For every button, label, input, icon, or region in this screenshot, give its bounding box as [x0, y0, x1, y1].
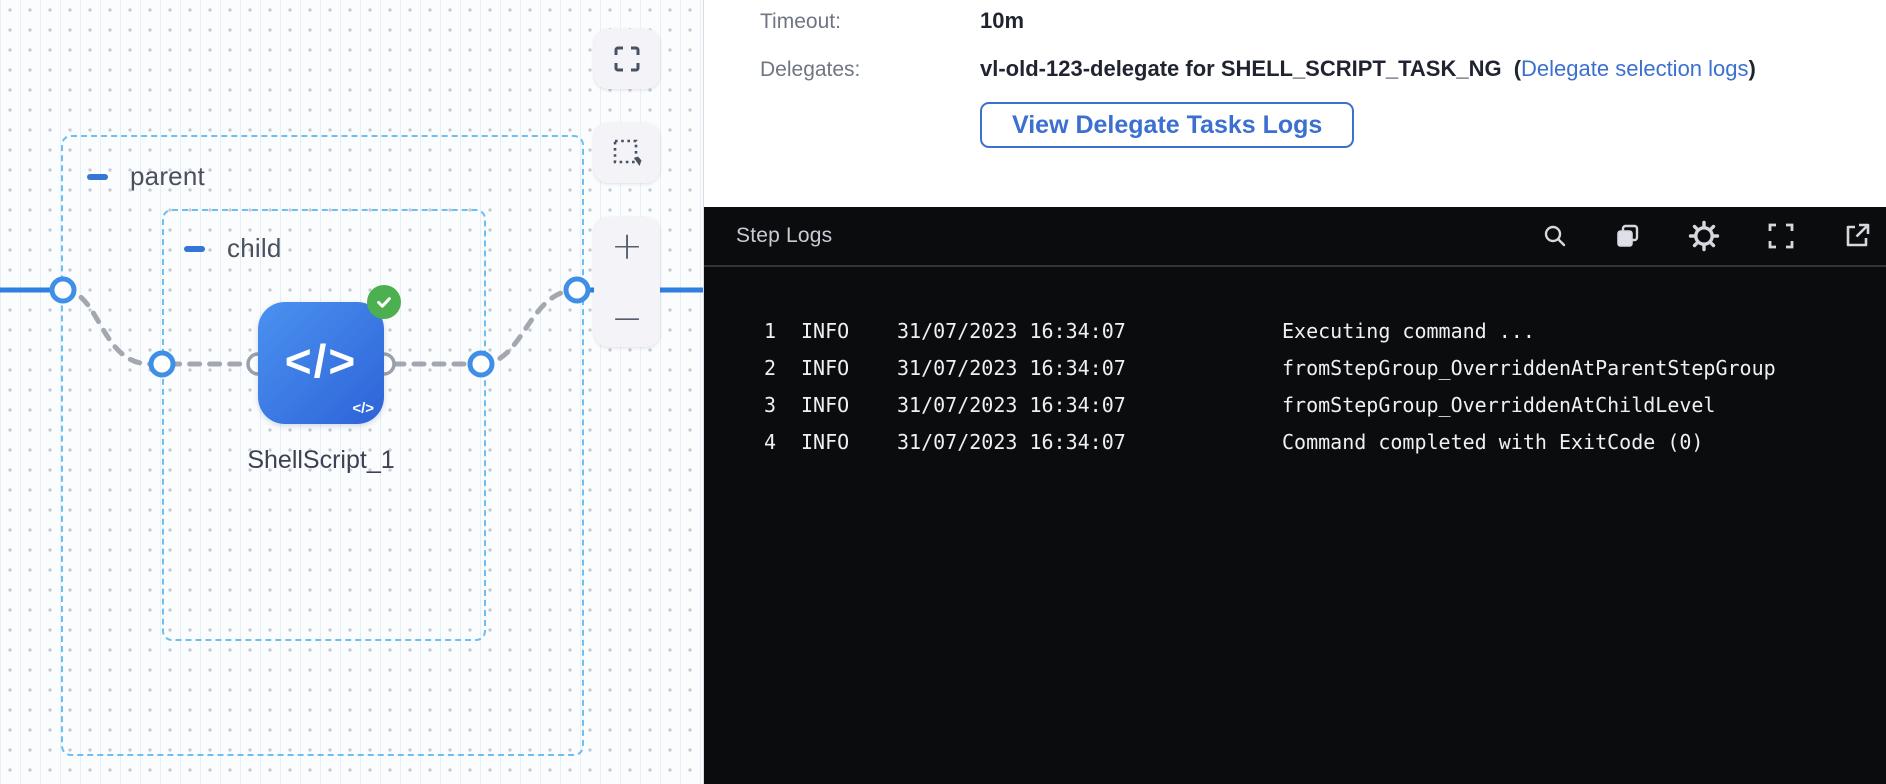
child-group-header: child [184, 233, 281, 264]
log-timestamp: 31/07/2023 16:34:07 [897, 424, 1282, 461]
step-logs-header: Step Logs [704, 207, 1886, 267]
child-group-label: child [227, 233, 281, 264]
log-line-number: 2 [704, 350, 776, 387]
log-timestamp: 31/07/2023 16:34:07 [897, 313, 1282, 350]
settings-icon[interactable] [1688, 220, 1720, 252]
open-in-new-icon[interactable] [1842, 221, 1872, 251]
shell-script-step-node[interactable]: </> </> [258, 302, 384, 424]
log-line: 2 INFO 31/07/2023 16:34:07 fromStepGroup… [704, 350, 1886, 387]
log-timestamp: 31/07/2023 16:34:07 [897, 387, 1282, 424]
log-message: Executing command ... [1282, 313, 1886, 350]
success-check-icon [367, 285, 401, 319]
log-level: INFO [776, 424, 897, 461]
step-logs-console: Step Logs [704, 207, 1886, 784]
delegates-value: vl-old-123-delegate for SHELL_SCRIPT_TAS… [980, 56, 1502, 81]
log-line: 1 INFO 31/07/2023 16:34:07 Executing com… [704, 313, 1886, 350]
step-logs-title: Step Logs [736, 224, 832, 248]
canvas-zoom-panel: + − [594, 217, 660, 347]
delegate-selection-logs-link[interactable]: Delegate selection logs [1521, 56, 1748, 81]
code-icon: </> [285, 334, 358, 388]
step-details-panel: Timeout: 10m Delegates: vl-old-123-deleg… [704, 0, 1886, 207]
copy-icon[interactable] [1614, 222, 1642, 250]
log-level: INFO [776, 387, 897, 424]
shell-script-type-icon: </> [352, 400, 374, 417]
timeout-label: Timeout: [760, 10, 841, 34]
zoom-in-button[interactable]: + [611, 227, 643, 265]
step-group-child[interactable]: child [162, 209, 486, 641]
collapse-icon[interactable] [184, 246, 205, 252]
log-level: INFO [776, 313, 897, 350]
log-message: Command completed with ExitCode (0) [1282, 424, 1886, 461]
search-icon[interactable] [1542, 223, 1568, 249]
delegates-label: Delegates: [760, 58, 860, 82]
log-lines: 1 INFO 31/07/2023 16:34:07 Executing com… [704, 267, 1886, 461]
fullscreen-icon[interactable] [1766, 221, 1796, 251]
step-logs-toolbar [1542, 220, 1876, 252]
log-message: fromStepGroup_OverriddenAtParentStepGrou… [1282, 350, 1886, 387]
marquee-select-icon [611, 137, 643, 169]
canvas-fullscreen-button[interactable] [594, 29, 660, 89]
step-name-label: ShellScript_1 [211, 446, 431, 475]
zoom-out-button[interactable]: − [611, 299, 643, 337]
log-line-number: 1 [704, 313, 776, 350]
paren-close: ) [1749, 56, 1756, 81]
parent-group-label: parent [130, 161, 205, 192]
log-line-number: 4 [704, 424, 776, 461]
pipeline-canvas[interactable]: parent child </> </> [0, 0, 704, 784]
log-line: 3 INFO 31/07/2023 16:34:07 fromStepGroup… [704, 387, 1886, 424]
delegates-value-row: vl-old-123-delegate for SHELL_SCRIPT_TAS… [980, 56, 1756, 82]
log-timestamp: 31/07/2023 16:34:07 [897, 350, 1282, 387]
collapse-icon[interactable] [87, 174, 108, 180]
paren-open: ( [1514, 56, 1521, 81]
canvas-marquee-select-button[interactable] [594, 123, 660, 183]
timeout-value: 10m [980, 8, 1024, 34]
log-line-number: 3 [704, 387, 776, 424]
log-level: INFO [776, 350, 897, 387]
log-message: fromStepGroup_OverriddenAtChildLevel [1282, 387, 1886, 424]
fullscreen-icon [612, 44, 642, 74]
view-delegate-tasks-logs-button[interactable]: View Delegate Tasks Logs [980, 102, 1354, 148]
pipeline-execution-view: parent child </> </> [0, 0, 1886, 784]
log-line: 4 INFO 31/07/2023 16:34:07 Command compl… [704, 424, 1886, 461]
parent-group-header: parent [87, 161, 205, 192]
